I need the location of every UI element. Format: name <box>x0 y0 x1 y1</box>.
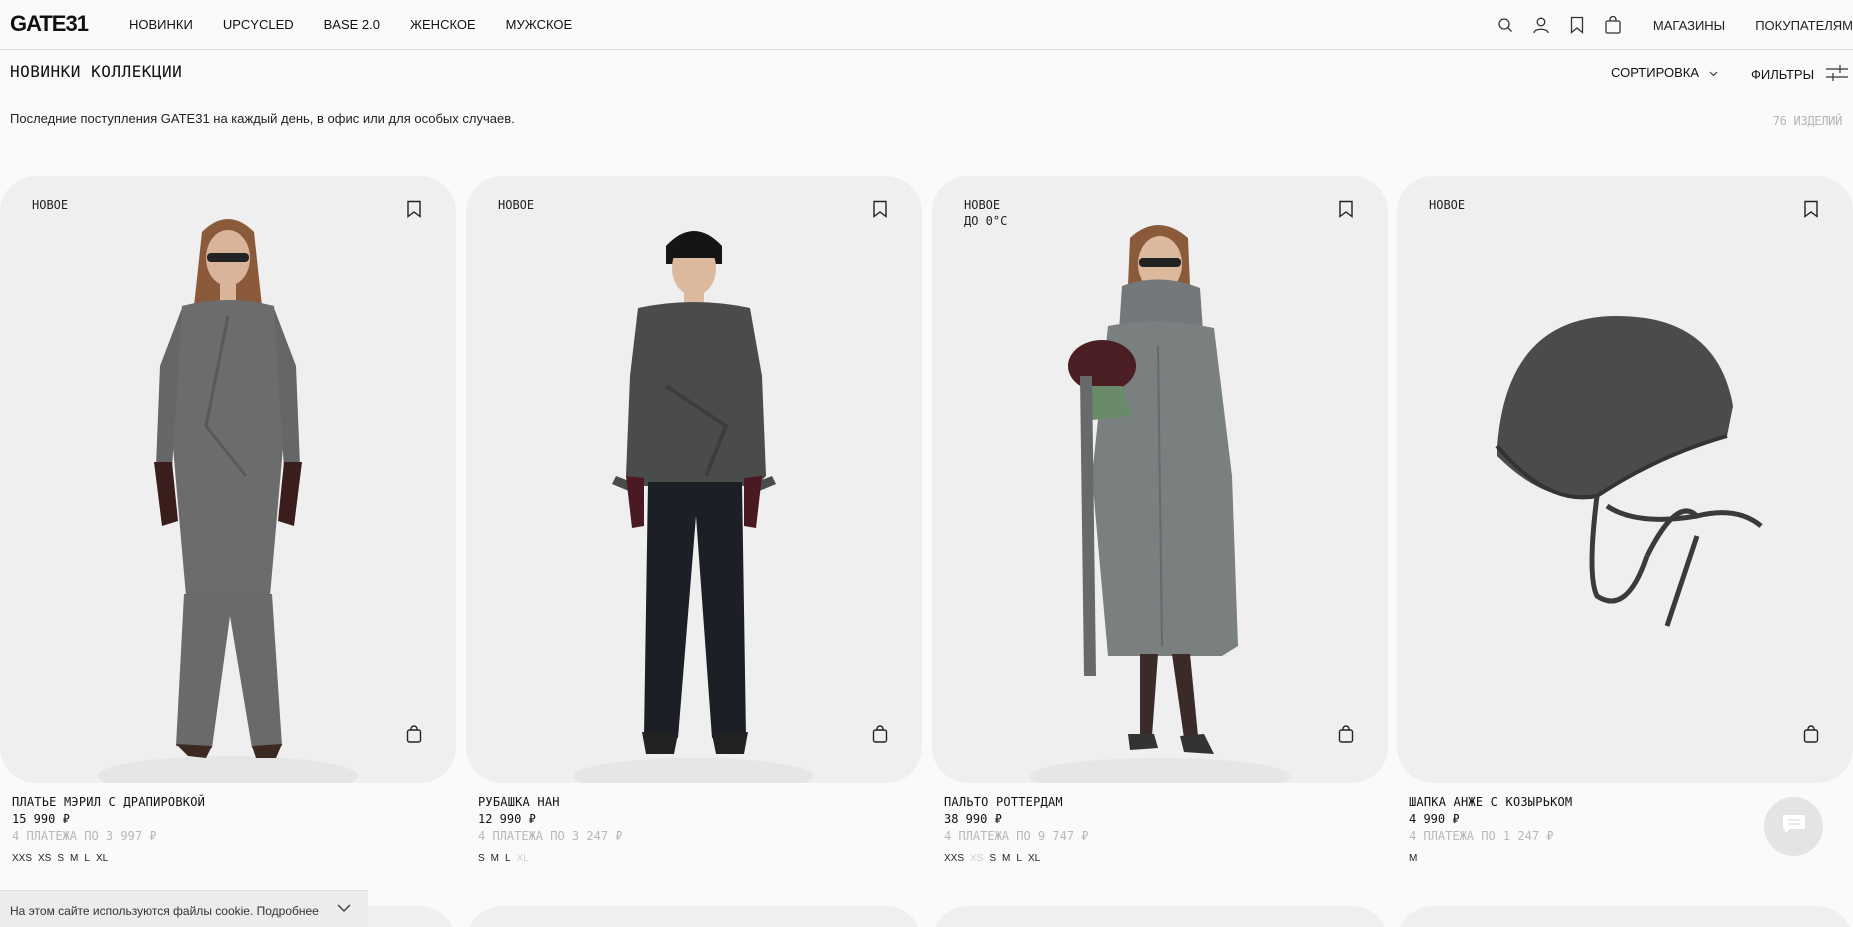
size-option[interactable]: XL <box>96 853 108 864</box>
nav-item-men[interactable]: МУЖСКОЕ <box>506 17 573 32</box>
top-navigation-bar: GATE31 НОВИНКИ UPCYCLED BASE 2.0 ЖЕНСКОЕ… <box>0 0 1853 50</box>
product-image[interactable]: НОВОЕ <box>1397 176 1853 783</box>
product-name[interactable]: РУБАШКА НАН <box>478 795 922 809</box>
size-option[interactable]: XL <box>1028 853 1040 864</box>
items-count: 76 ИЗДЕЛИЙ <box>1772 114 1843 128</box>
add-to-bag-icon[interactable] <box>406 725 422 743</box>
product-price: 38 990 ₽ <box>944 812 1002 826</box>
size-option[interactable]: M <box>1409 853 1417 864</box>
sort-dropdown[interactable]: СОРТИРОВКА <box>1611 65 1718 80</box>
size-option[interactable]: L <box>1016 853 1022 864</box>
size-option[interactable]: L <box>84 853 90 864</box>
collection-description: Последние поступления GATE31 на каждый д… <box>10 111 515 126</box>
size-option[interactable]: XS <box>38 853 51 864</box>
bag-icon[interactable] <box>1603 15 1623 35</box>
product-price: 12 990 ₽ <box>478 812 536 826</box>
add-to-bag-icon[interactable] <box>1338 725 1354 743</box>
product-badges: НОВОЕ <box>498 197 534 213</box>
bookmark-icon[interactable] <box>1567 15 1587 35</box>
size-option[interactable]: M <box>70 853 78 864</box>
product-badges: НОВОЕ <box>32 197 68 213</box>
product-installments: 4 ПЛАТЕЖА ПО 3 247 ₽ <box>478 829 623 843</box>
size-option-unavailable: XS <box>970 853 984 864</box>
product-card-peek <box>466 906 922 927</box>
size-option[interactable]: S <box>57 853 64 864</box>
product-card[interactable]: НОВОЕ ДО 0°С ПАЛЬТО РОТТЕРДАМ 38 990 ₽ 4… <box>932 176 1388 864</box>
sort-label: СОРТИРОВКА <box>1611 65 1699 80</box>
customers-link[interactable]: ПОКУПАТЕЛЯМ <box>1755 18 1853 33</box>
size-option[interactable]: S <box>478 853 485 864</box>
filters-button[interactable]: ФИЛЬТРЫ <box>1751 65 1849 84</box>
product-name[interactable]: ПАЛЬТО РОТТЕРДАМ <box>944 795 1388 809</box>
cookie-text[interactable]: На этом сайте используются файлы cookie.… <box>10 904 319 918</box>
size-option[interactable]: M <box>491 853 499 864</box>
product-photo-coat <box>1030 225 1290 783</box>
search-icon[interactable] <box>1495 15 1515 35</box>
badge-new: НОВОЕ <box>498 198 535 212</box>
product-card-peek <box>932 906 1388 927</box>
user-icon[interactable] <box>1531 15 1551 35</box>
site-logo[interactable]: GATE31 <box>10 11 89 37</box>
product-badges: НОВОЕ <box>1429 197 1465 213</box>
badge-temperature: ДО 0°С <box>964 214 1008 228</box>
page-title: НОВИНКИ КОЛЛЕКЦИИ <box>10 62 183 81</box>
size-option[interactable]: XXS <box>944 853 964 864</box>
bookmark-icon[interactable] <box>872 200 888 218</box>
product-sizes: XXS XS S M L XL <box>12 853 456 864</box>
product-card[interactable]: НОВОЕ РУБАШКА НАН 12 990 ₽ 4 ПЛАТЕЖА ПО … <box>466 176 922 864</box>
nav-item-base[interactable]: BASE 2.0 <box>324 17 380 32</box>
product-image[interactable]: НОВОЕ <box>0 176 456 783</box>
product-card-peek <box>1397 906 1853 927</box>
product-image[interactable]: НОВОЕ ДО 0°С <box>932 176 1388 783</box>
header-tools: МАГАЗИНЫ ПОКУПАТЕЛЯМ <box>1495 14 1853 36</box>
product-card[interactable]: НОВОЕ ПЛАТЬЕ МЭРИЛ С ДРАПИРОВКОЙ 15 990 … <box>0 176 456 864</box>
product-badges: НОВОЕ ДО 0°С <box>964 197 1007 229</box>
badge-new: НОВОЕ <box>1429 198 1466 212</box>
bookmark-icon[interactable] <box>1338 200 1354 218</box>
product-sizes: XXS XS S M L XL <box>944 853 1388 864</box>
chevron-down-icon <box>1709 65 1718 80</box>
badge-new: НОВОЕ <box>964 198 1001 212</box>
main-nav: НОВИНКИ UPCYCLED BASE 2.0 ЖЕНСКОЕ МУЖСКО… <box>129 17 602 32</box>
badge-new: НОВОЕ <box>32 198 69 212</box>
chat-icon <box>1781 813 1807 840</box>
nav-item-new[interactable]: НОВИНКИ <box>129 17 193 32</box>
product-card[interactable]: НОВОЕ ШАПКА АНЖЕ С КОЗЫРЬКОМ 4 990 ₽ 4 П… <box>1397 176 1853 864</box>
chat-button[interactable] <box>1764 797 1823 856</box>
size-option[interactable]: L <box>505 853 511 864</box>
filter-sliders-icon <box>1826 65 1849 84</box>
product-name[interactable]: ПЛАТЬЕ МЭРИЛ С ДРАПИРОВКОЙ <box>12 795 456 809</box>
stores-link[interactable]: МАГАЗИНЫ <box>1653 18 1725 33</box>
product-installments: 4 ПЛАТЕЖА ПО 3 997 ₽ <box>12 829 157 843</box>
add-to-bag-icon[interactable] <box>872 725 888 743</box>
add-to-bag-icon[interactable] <box>1803 725 1819 743</box>
bookmark-icon[interactable] <box>406 200 422 218</box>
nav-item-upcycled[interactable]: UPCYCLED <box>223 17 294 32</box>
size-option-unavailable: XL <box>516 853 529 864</box>
size-option[interactable]: M <box>1002 853 1010 864</box>
chevron-down-icon[interactable] <box>337 900 351 918</box>
product-sizes: S M L XL <box>478 853 922 864</box>
size-option[interactable]: S <box>989 853 996 864</box>
bookmark-icon[interactable] <box>1803 200 1819 218</box>
product-photo-dress <box>98 219 358 783</box>
cookie-banner: На этом сайте используются файлы cookie.… <box>0 890 368 927</box>
product-installments: 4 ПЛАТЕЖА ПО 9 747 ₽ <box>944 829 1089 843</box>
product-photo-shirt <box>574 231 814 783</box>
nav-item-women[interactable]: ЖЕНСКОЕ <box>410 17 476 32</box>
product-image[interactable]: НОВОЕ <box>466 176 922 783</box>
size-option[interactable]: XXS <box>12 853 32 864</box>
filters-label: ФИЛЬТРЫ <box>1751 67 1815 82</box>
product-photo-hat <box>1495 316 1763 627</box>
product-price: 15 990 ₽ <box>12 812 70 826</box>
